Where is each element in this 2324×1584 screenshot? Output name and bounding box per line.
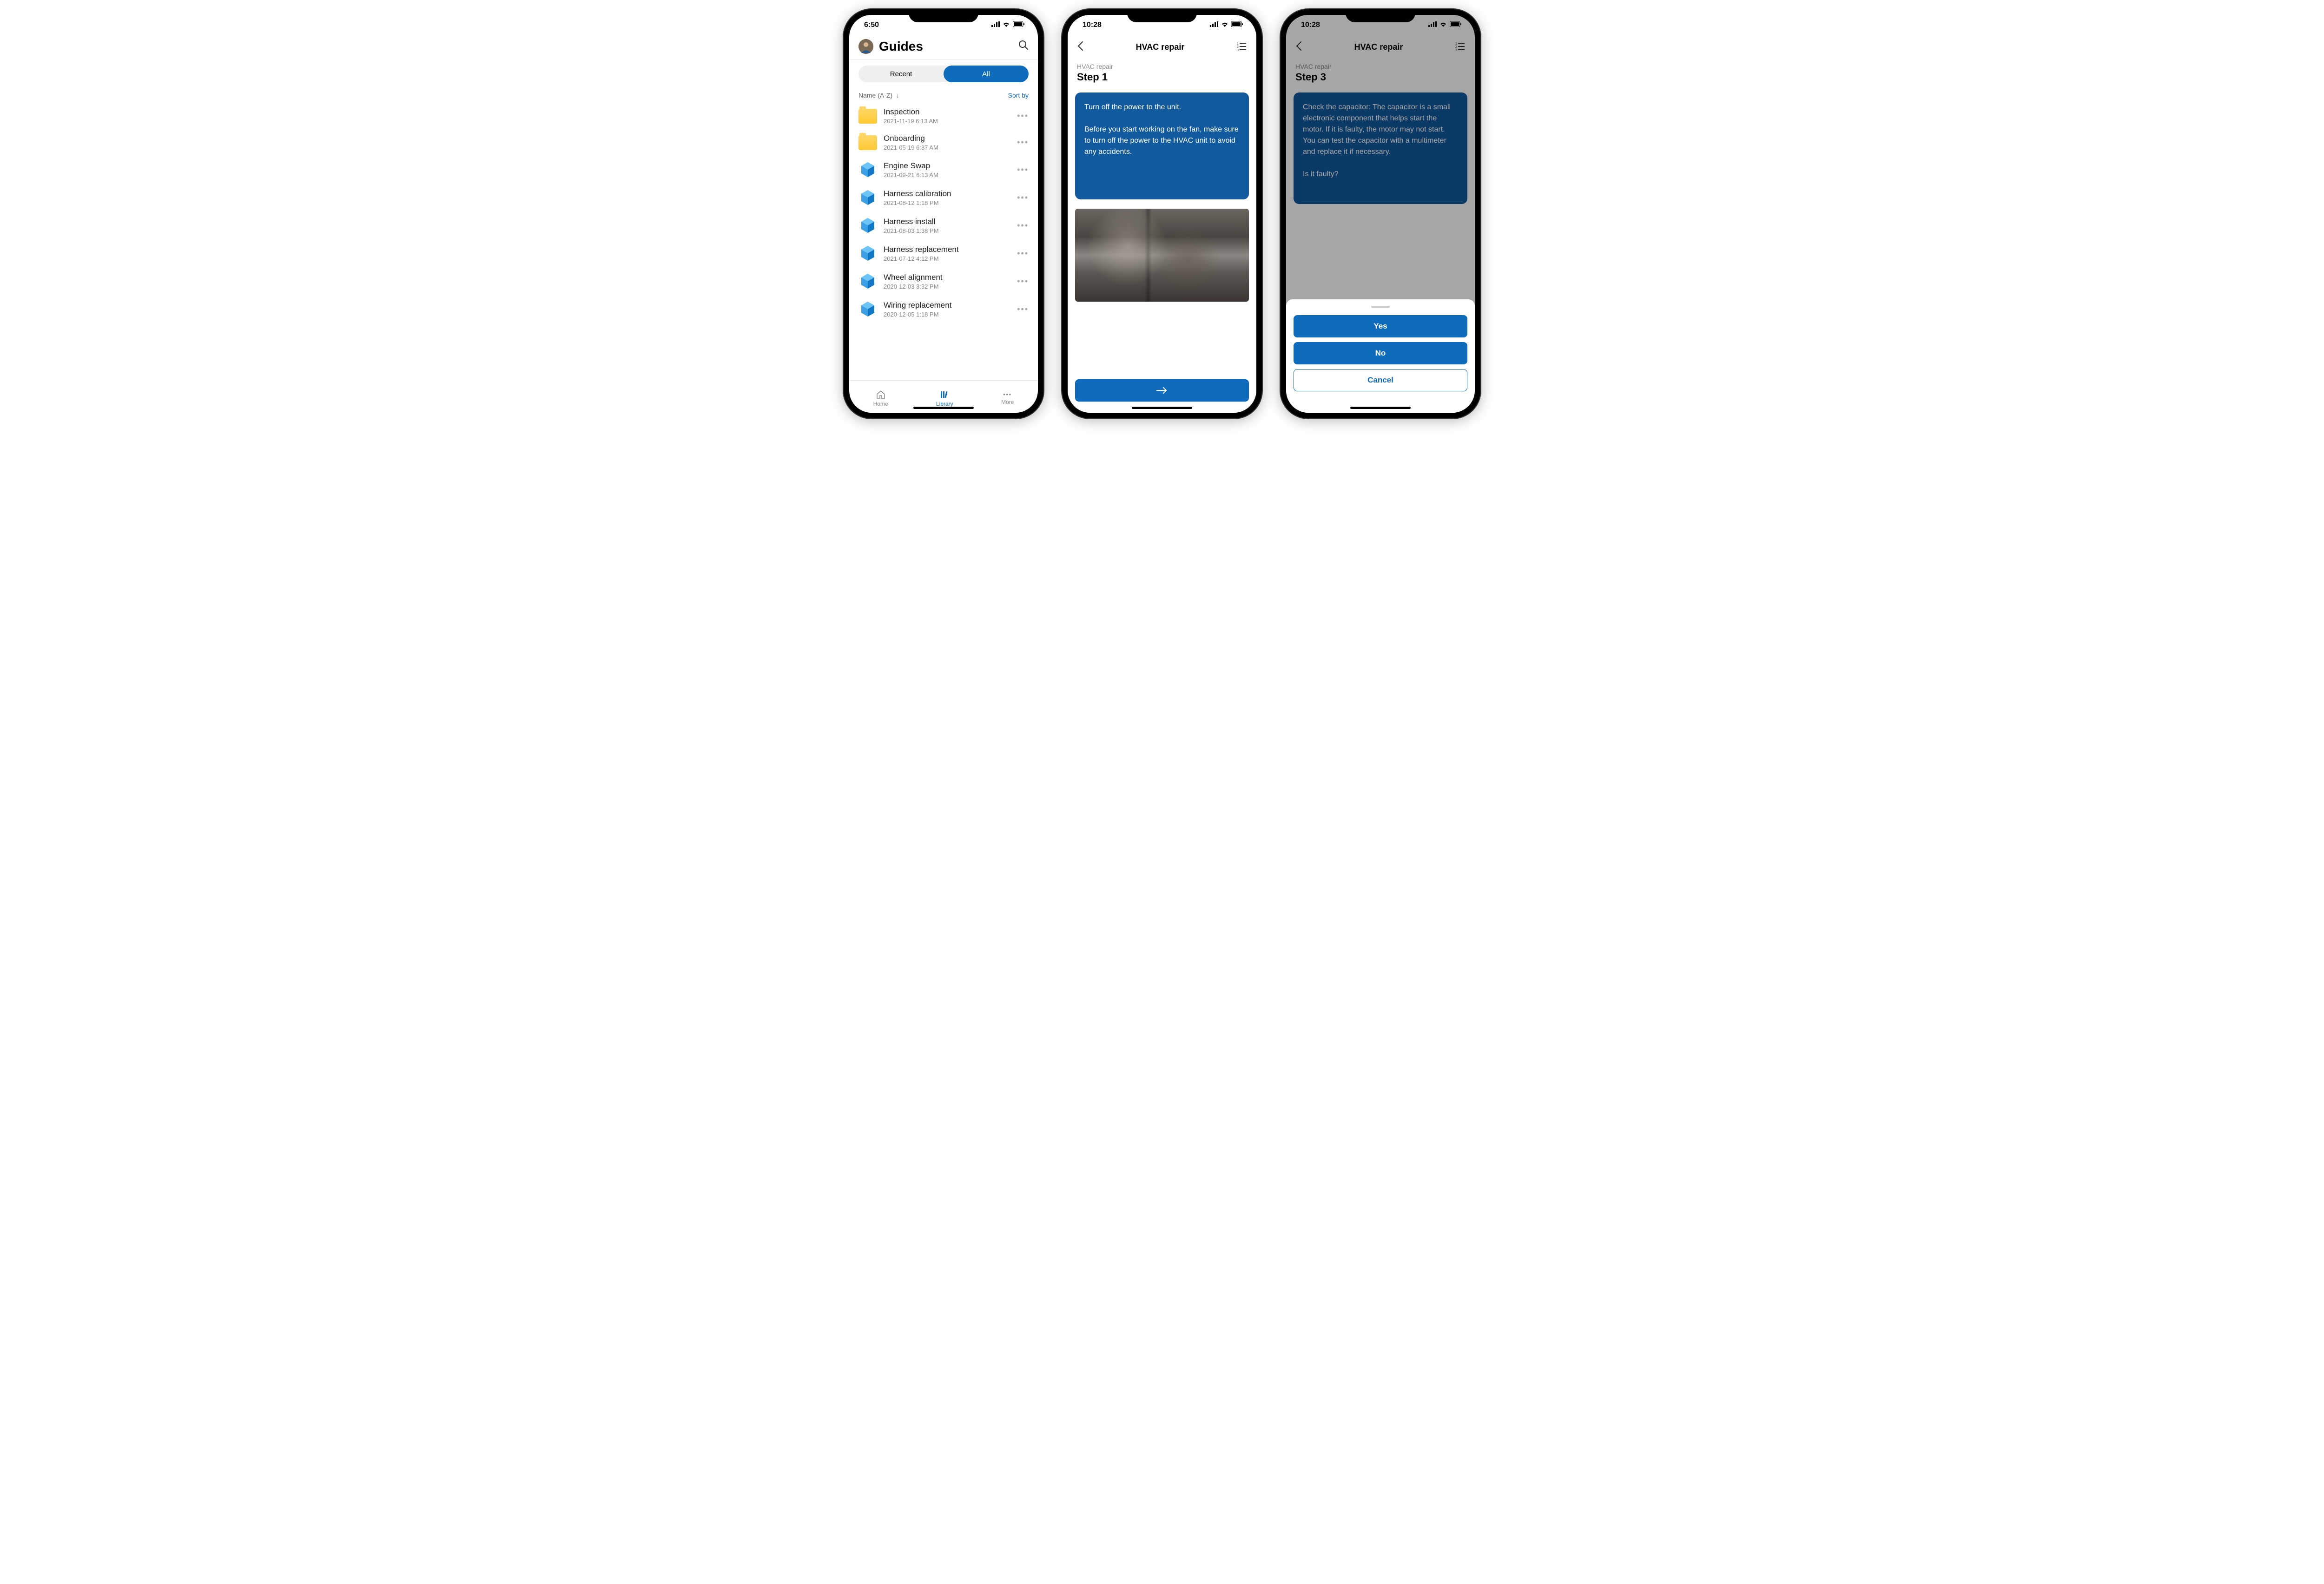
wifi-icon	[1221, 21, 1228, 29]
tab-library[interactable]: Library	[936, 389, 953, 407]
item-title: Harness install	[884, 217, 1010, 226]
arrow-right-icon	[1156, 386, 1168, 395]
sheet-handle[interactable]	[1371, 306, 1390, 308]
tab-more[interactable]: ••• More	[1001, 391, 1014, 405]
svg-text:2: 2	[1237, 46, 1239, 49]
item-title: Onboarding	[884, 134, 1010, 143]
tab-home[interactable]: Home	[873, 389, 888, 407]
nav-title: HVAC repair	[1136, 42, 1185, 52]
action-sheet: Yes No Cancel	[1286, 299, 1475, 413]
more-icon[interactable]: •••	[1017, 138, 1029, 147]
svg-text:3: 3	[1237, 49, 1239, 51]
item-title: Wheel alignment	[884, 273, 1010, 282]
signal-icon	[991, 21, 1000, 29]
nav-bar: HVAC repair 123	[1068, 35, 1256, 59]
step-header: HVAC repair Step 1	[1068, 59, 1256, 89]
folder-icon	[858, 109, 877, 124]
library-icon	[939, 389, 950, 400]
item-date: 2021-07-12 4:12 PM	[884, 255, 1010, 262]
no-button[interactable]: No	[1294, 342, 1467, 364]
more-icon[interactable]: •••	[1017, 193, 1029, 203]
sort-label: Name (A-Z) ↓	[858, 92, 899, 99]
header: Guides	[849, 35, 1038, 59]
guide-icon	[858, 216, 877, 235]
search-icon[interactable]	[1018, 40, 1029, 53]
segment-recent[interactable]: Recent	[858, 66, 944, 82]
step-title: Step 1	[1077, 71, 1247, 83]
divider	[849, 59, 1038, 60]
back-icon[interactable]	[1077, 41, 1083, 53]
guide-icon	[858, 160, 877, 179]
item-title: Wiring replacement	[884, 301, 1010, 310]
status-time: 6:50	[864, 21, 879, 29]
signal-icon	[1210, 21, 1218, 29]
list-item[interactable]: Wiring replacement 2020-12-05 1:18 PM ••…	[849, 295, 1038, 323]
item-date: 2020-12-05 1:18 PM	[884, 311, 1010, 318]
list-item[interactable]: Harness calibration 2021-08-12 1:18 PM •…	[849, 184, 1038, 211]
guide-icon	[858, 188, 877, 207]
guide-icon	[858, 272, 877, 290]
home-icon	[876, 389, 886, 400]
steps-list-icon[interactable]: 123	[1237, 41, 1247, 53]
yes-button[interactable]: Yes	[1294, 315, 1467, 337]
more-icon[interactable]: •••	[1017, 111, 1029, 121]
home-indicator[interactable]	[1350, 407, 1411, 409]
cancel-button[interactable]: Cancel	[1294, 369, 1467, 391]
item-date: 2021-09-21 6:13 AM	[884, 172, 1010, 178]
list-item[interactable]: Onboarding 2021-05-19 6:37 AM •••	[849, 129, 1038, 156]
item-title: Inspection	[884, 107, 1010, 117]
avatar[interactable]	[858, 39, 873, 54]
more-icon[interactable]: •••	[1017, 221, 1029, 231]
page-title: Guides	[879, 39, 1013, 54]
battery-icon	[1013, 21, 1025, 29]
more-icon: •••	[1003, 391, 1012, 398]
status-bar: 6:50	[849, 15, 1038, 35]
phone-step1: 10:28 HVAC repair 123 HVAC repair Step 1…	[1062, 9, 1262, 418]
item-title: Engine Swap	[884, 161, 1010, 171]
list-item[interactable]: Harness replacement 2021-07-12 4:12 PM •…	[849, 239, 1038, 267]
folder-icon	[858, 135, 877, 150]
status-icons	[991, 21, 1025, 29]
phone-step3-dialog: 10:28 HVAC repair 123 HVAC repair Step 3…	[1281, 9, 1480, 418]
item-date: 2021-08-03 1:38 PM	[884, 227, 1010, 234]
item-title: Harness replacement	[884, 245, 1010, 254]
home-indicator[interactable]	[1132, 407, 1192, 409]
sort-row: Name (A-Z) ↓ Sort by	[849, 88, 1038, 101]
svg-text:1: 1	[1237, 42, 1239, 46]
step-image[interactable]	[1075, 209, 1249, 302]
list-item[interactable]: Engine Swap 2021-09-21 6:13 AM •••	[849, 156, 1038, 184]
status-icons	[1210, 21, 1243, 29]
more-icon[interactable]: •••	[1017, 277, 1029, 286]
next-button[interactable]	[1075, 379, 1249, 402]
breadcrumb: HVAC repair	[1077, 63, 1247, 70]
list-item[interactable]: Harness install 2021-08-03 1:38 PM •••	[849, 211, 1038, 239]
list-item[interactable]: Inspection 2021-11-19 6:13 AM •••	[849, 103, 1038, 129]
item-date: 2021-08-12 1:18 PM	[884, 199, 1010, 206]
item-date: 2021-11-19 6:13 AM	[884, 118, 1010, 125]
status-time: 10:28	[1083, 21, 1102, 29]
more-icon[interactable]: •••	[1017, 165, 1029, 175]
item-date: 2021-05-19 6:37 AM	[884, 144, 1010, 151]
wifi-icon	[1003, 21, 1010, 29]
sort-by-link[interactable]: Sort by	[1008, 92, 1029, 99]
more-icon[interactable]: •••	[1017, 249, 1029, 258]
guides-list[interactable]: Inspection 2021-11-19 6:13 AM ••• Onboar…	[849, 101, 1038, 380]
guide-icon	[858, 300, 877, 318]
instruction-card: Turn off the power to the unit. Before y…	[1075, 92, 1249, 199]
more-icon[interactable]: •••	[1017, 304, 1029, 314]
home-indicator[interactable]	[913, 407, 974, 409]
guide-icon	[858, 244, 877, 263]
item-date: 2020-12-03 3:32 PM	[884, 283, 1010, 290]
battery-icon	[1231, 21, 1243, 29]
item-title: Harness calibration	[884, 189, 1010, 198]
segment-all[interactable]: All	[944, 66, 1029, 82]
segmented-control: Recent All	[858, 66, 1029, 82]
phone-library: 6:50 Guides Re	[844, 9, 1043, 418]
status-bar: 10:28	[1068, 15, 1256, 35]
list-item[interactable]: Wheel alignment 2020-12-03 3:32 PM •••	[849, 267, 1038, 295]
